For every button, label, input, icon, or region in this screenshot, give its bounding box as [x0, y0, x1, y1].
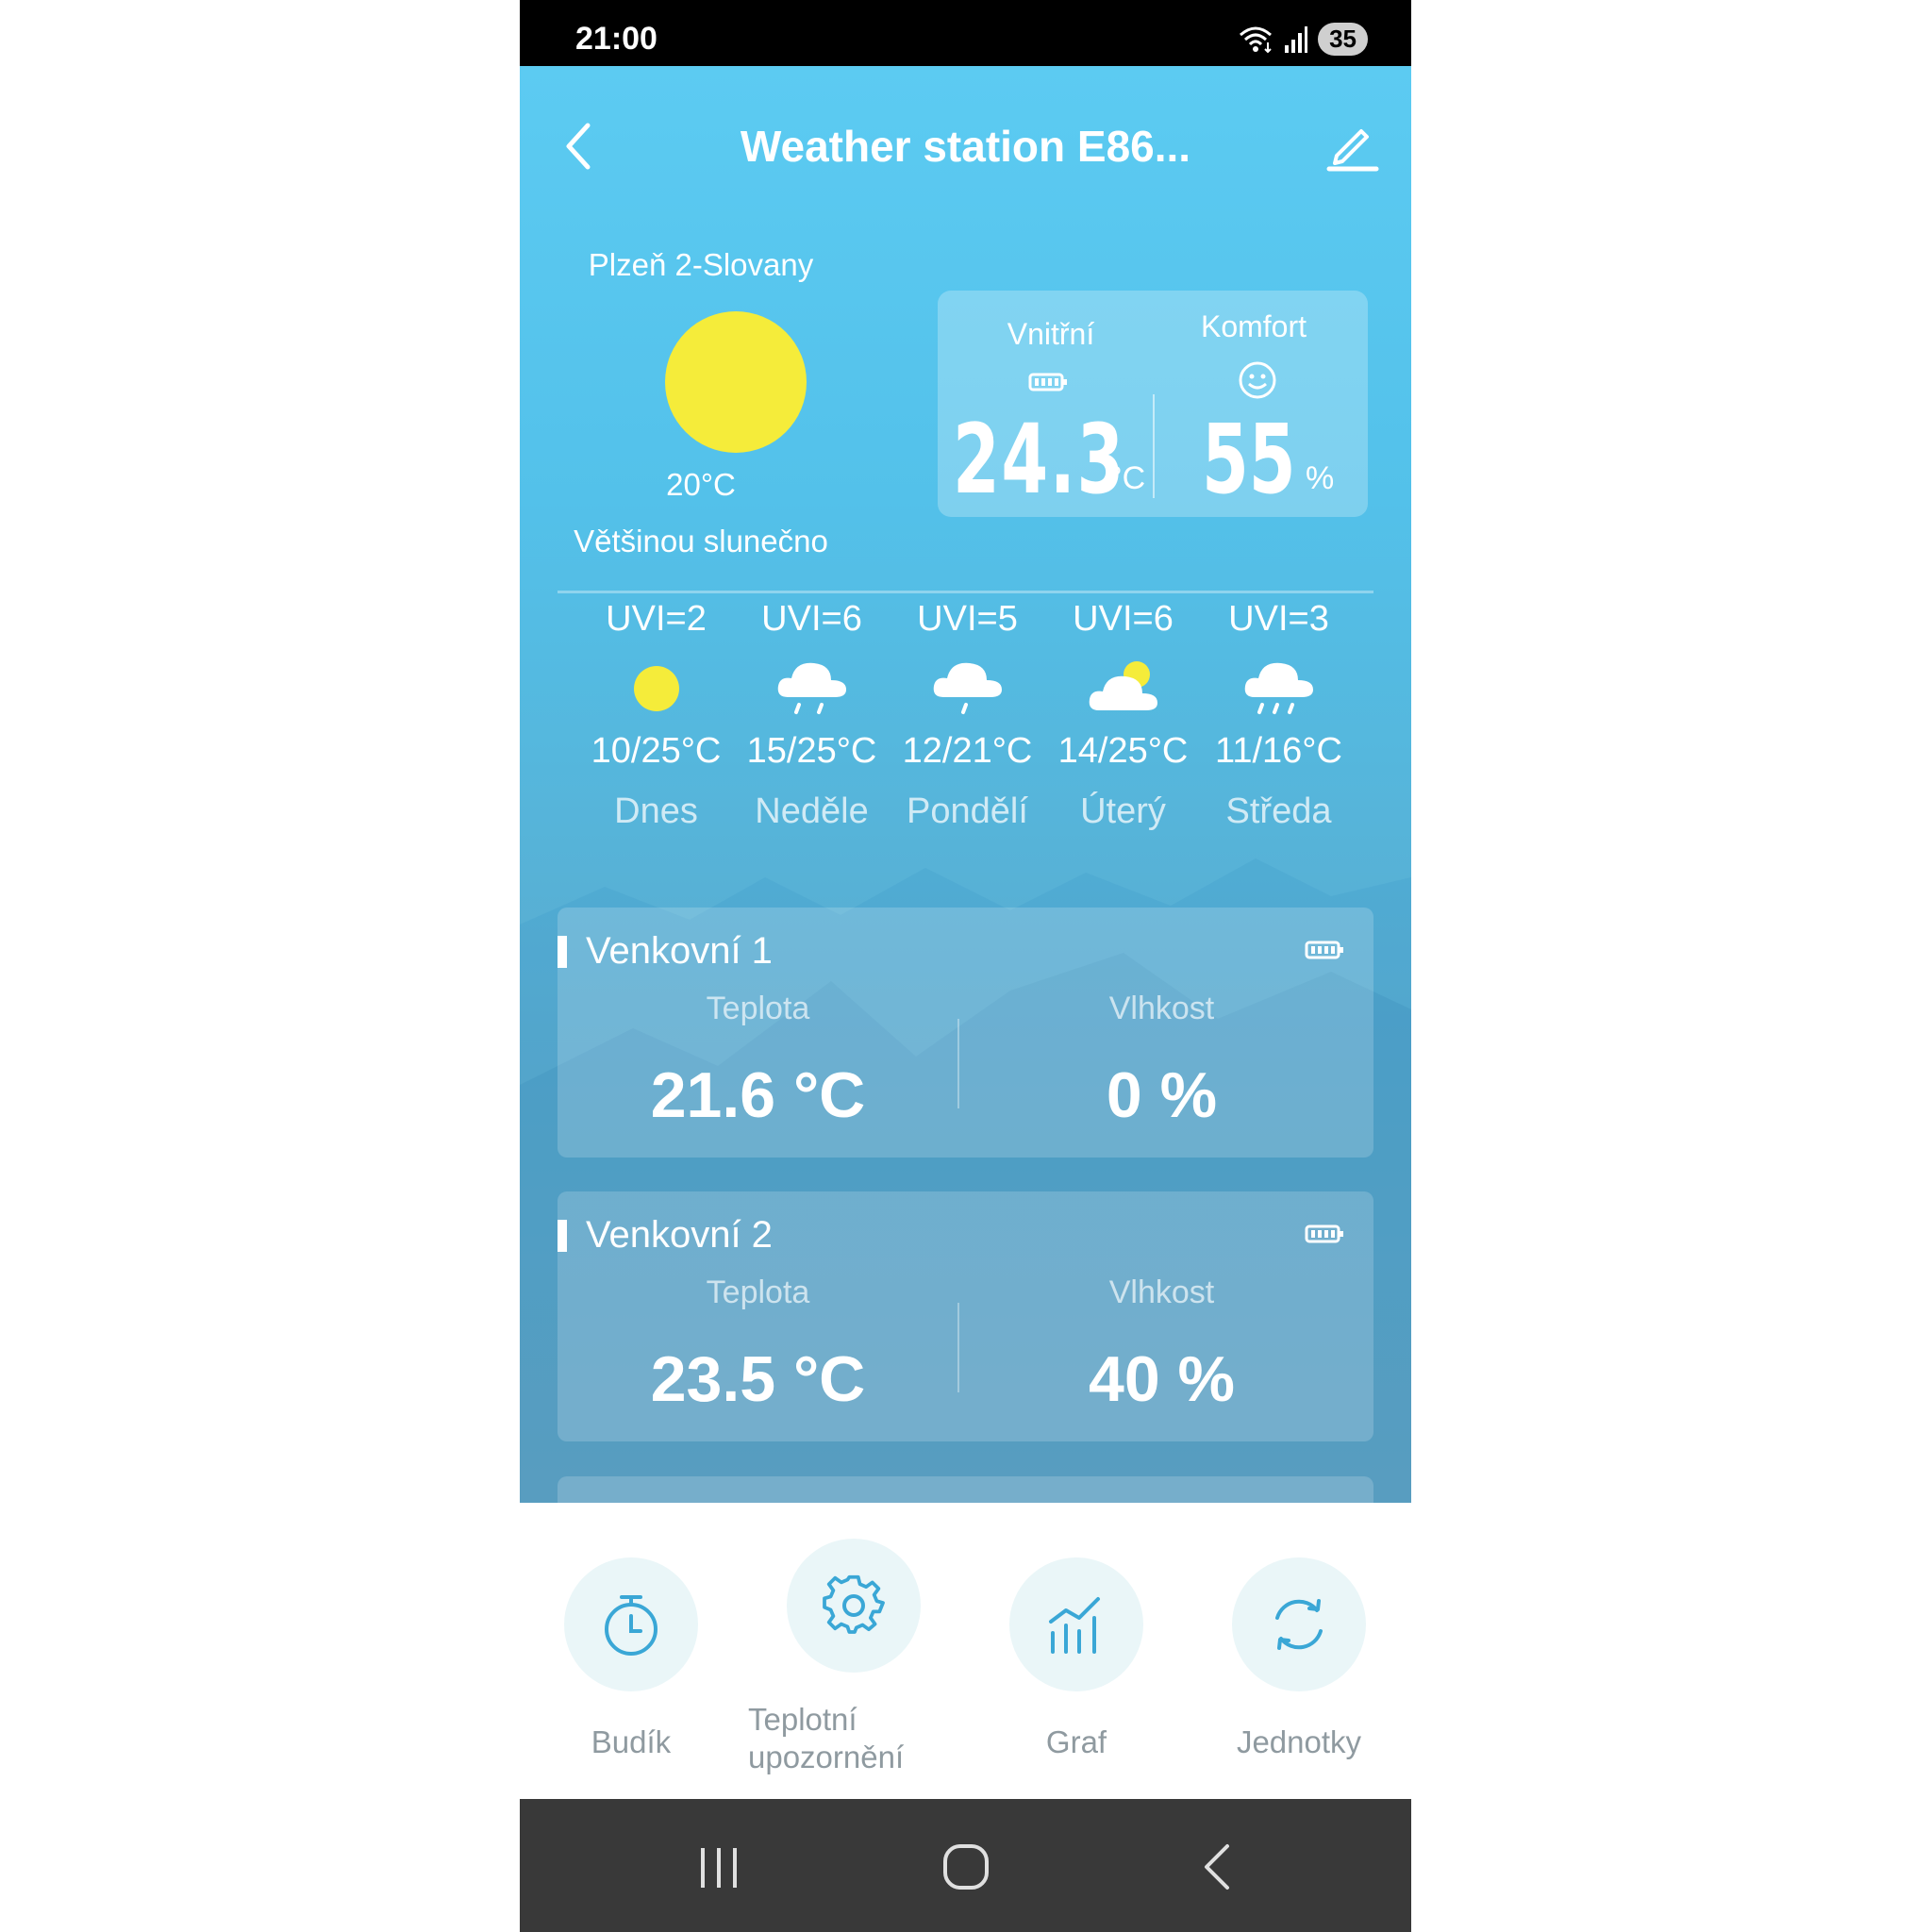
action-label: Budík — [591, 1724, 672, 1759]
humidity-label: Vlhkost — [1108, 1274, 1215, 1310]
day-name: Dnes — [614, 791, 698, 831]
indoor-humidity: 55 — [1202, 404, 1296, 516]
forecast-day: UVI=2 10/25°C Dnes — [578, 599, 734, 832]
current-temperature: 20°C — [666, 467, 736, 502]
day-name: Středa — [1225, 791, 1332, 831]
temperature-range: 15/25°C — [746, 731, 877, 771]
alarm-button[interactable]: Budík — [520, 1557, 742, 1761]
status-bar: 21:00 35 — [520, 0, 1411, 66]
sensor-card-outdoor-1[interactable]: Venkovní 1 Teplota Vlhkost 21.6 °C 0 % — [558, 908, 1373, 1158]
system-back-icon[interactable] — [1199, 1842, 1237, 1891]
temperature-range: 14/25°C — [1057, 731, 1189, 771]
page-title: Weather station E86... — [740, 122, 1191, 171]
indoor-humidity-unit: % — [1306, 460, 1335, 496]
uv-index: UVI=3 — [1228, 599, 1329, 639]
phone-screen: 21:00 35 Weather station E86... Plzeň 2-… — [520, 0, 1411, 1932]
bar-chart-icon — [1049, 1597, 1100, 1654]
sensor-card-partial[interactable] — [558, 1476, 1373, 1503]
sensor-name: Venkovní 1 — [586, 930, 773, 972]
battery-icon — [1028, 373, 1067, 391]
home-icon[interactable] — [941, 1842, 990, 1891]
comfort-label: Komfort — [1200, 309, 1307, 343]
stopwatch-icon — [605, 1595, 658, 1656]
temperature-value: 21.6 °C — [650, 1059, 866, 1131]
sun-icon — [665, 311, 807, 453]
location-name: Plzeň 2-Slovany — [588, 247, 814, 282]
refresh-icon — [1275, 1599, 1323, 1650]
humidity-value: 40 % — [1089, 1343, 1235, 1415]
forecast-day: UVI=6 14/25°C Úterý — [1045, 599, 1201, 832]
edit-button[interactable] — [1323, 118, 1380, 175]
system-nav-bar — [520, 1799, 1411, 1932]
gear-icon — [823, 1574, 885, 1634]
weather-panel: Weather station E86... Plzeň 2-Slovany 2… — [520, 66, 1411, 1503]
day-name: Pondělí — [907, 791, 1028, 831]
battery-indicator: 35 — [1318, 22, 1368, 56]
wifi-icon — [1240, 26, 1273, 54]
smiley-icon — [1239, 361, 1276, 399]
uv-index: UVI=5 — [917, 599, 1018, 639]
sensor-name: Venkovní 2 — [586, 1214, 773, 1256]
accent-bar — [558, 1220, 567, 1252]
sun-icon — [633, 666, 679, 711]
uv-index: UVI=6 — [761, 599, 862, 639]
current-condition: Většinou slunečno — [574, 524, 828, 558]
sensor-card-outdoor-2[interactable]: Venkovní 2 Teplota Vlhkost 23.5 °C 40 % — [558, 1191, 1373, 1441]
day-name: Neděle — [755, 791, 869, 831]
action-label: Graf — [1045, 1724, 1107, 1759]
battery-icon — [1305, 1224, 1343, 1243]
temperature-label: Teplota — [706, 991, 810, 1026]
status-time: 21:00 — [575, 21, 658, 57]
indoor-temperature: 24.3 — [953, 404, 1125, 516]
temperature-value: 23.5 °C — [650, 1343, 866, 1415]
indoor-label: Vnitřní — [1007, 317, 1095, 351]
temperature-range: 12/21°C — [902, 731, 1033, 771]
temperature-label: Teplota — [706, 1274, 810, 1310]
status-icons: 35 — [1237, 21, 1368, 57]
forecast-day: UVI=3 11/16°C Středa — [1201, 599, 1357, 832]
indoor-card: Vnitřní Komfort 24.3 °C 55 % — [938, 291, 1368, 517]
action-label: Jednotky — [1236, 1724, 1362, 1759]
humidity-value: 0 % — [1106, 1059, 1218, 1131]
chart-button[interactable]: Graf — [965, 1557, 1188, 1761]
indoor-temperature-unit: °C — [1109, 460, 1146, 496]
uv-index: UVI=2 — [606, 599, 707, 639]
divider — [1153, 394, 1155, 498]
action-panel: Budík Teplotní upozornění Graf Jednotky — [520, 1503, 1411, 1799]
temperature-range: 10/25°C — [591, 731, 722, 771]
forecast-day: UVI=5 12/21°C Pondělí — [890, 599, 1045, 832]
temperature-range: 11/16°C — [1215, 731, 1342, 771]
signal-icon — [1285, 26, 1308, 53]
light-rain-cloud-icon — [933, 662, 1002, 714]
forecast-day: UVI=6 15/25°C Neděle — [734, 599, 890, 832]
day-name: Úterý — [1080, 791, 1166, 831]
units-button[interactable]: Jednotky — [1188, 1557, 1410, 1761]
humidity-label: Vlhkost — [1108, 991, 1215, 1026]
uv-index: UVI=6 — [1073, 599, 1174, 639]
divider — [558, 591, 1373, 593]
partly-cloudy-icon — [1089, 661, 1157, 710]
heavy-rain-cloud-icon — [1244, 662, 1313, 714]
battery-icon — [1305, 941, 1343, 959]
pencil-icon — [1326, 129, 1379, 172]
recent-apps-icon[interactable] — [695, 1844, 742, 1891]
accent-bar — [558, 936, 567, 968]
action-label: Teplotní upozornění — [748, 1702, 905, 1774]
rain-cloud-icon — [777, 662, 846, 714]
temperature-alert-button[interactable]: Teplotní upozornění — [742, 1539, 965, 1776]
